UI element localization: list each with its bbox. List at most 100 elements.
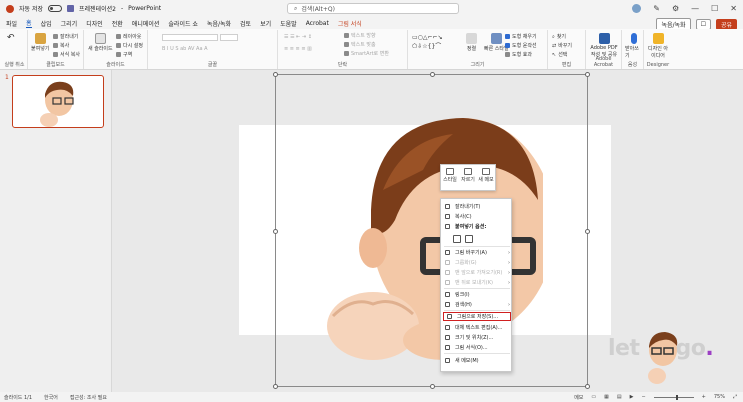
resize-handle-nw[interactable] [273,72,278,77]
font-format-buttons[interactable]: B I U S ab AV Aa A [162,46,208,52]
resize-handle-e[interactable] [585,229,590,234]
tab-home[interactable]: 홈 [26,18,32,28]
adobe-pdf-button[interactable]: Adobe PDF 작성 및 공유 [589,33,619,58]
menu-cut[interactable]: 잘라내기(T) [441,202,513,211]
tab-view[interactable]: 보기 [260,19,271,28]
resize-handle-ne[interactable] [585,72,590,77]
tab-slideshow[interactable]: 슬라이드 쇼 [168,19,198,28]
tab-file[interactable]: 파일 [6,19,17,28]
effects-icon [505,52,510,57]
font-name-box[interactable] [162,34,218,41]
pen-icon[interactable]: ✎ [653,4,660,13]
menu-copy-label: 복사(C) [455,214,472,220]
zoom-in-icon[interactable]: + [702,394,706,400]
status-language[interactable]: 한국어 [44,394,58,401]
resize-handle-s[interactable] [430,384,435,389]
slideshow-view-icon[interactable]: ▶ [630,394,634,400]
paste-button[interactable]: 붙여넣기 [31,33,49,52]
menu-search[interactable]: 검색(H) › [441,300,513,309]
menu-new-comment[interactable]: 새 메모(M) [441,356,513,365]
slide-canvas[interactable]: 스타일 자르기 새 메모 잘라내기(T) 복사(C) 붙여넣기 옵션: 그림 바… [113,70,743,392]
paste-keep-icon[interactable] [453,235,461,243]
section-label: 구역 [123,52,133,58]
menu-copy[interactable]: 복사(C) [441,212,513,221]
replace-button[interactable]: ⇄ 바꾸기 [552,42,572,50]
tab-help[interactable]: 도움말 [280,19,297,28]
menu-separator [444,310,510,311]
find-button[interactable]: ⌕ 찾기 [552,33,566,41]
resize-handle-n[interactable] [430,72,435,77]
tab-acrobat[interactable]: Acrobat [306,20,329,27]
resize-handle-sw[interactable] [273,384,278,389]
zoom-slider[interactable] [653,394,694,400]
smartart-button[interactable]: SmartArt로 변환 [344,50,389,57]
minimize-icon[interactable]: — [691,4,699,13]
maximize-icon[interactable]: ☐ [711,4,718,13]
undo-button[interactable]: ↶ [7,33,15,43]
shape-effects-button[interactable]: 도형 효과 [505,51,532,58]
align-buttons[interactable]: ≡ ≡ ≡ ≡ ▥ [284,46,312,52]
search-input[interactable]: ⌕ 검색(Alt+Q) [287,3,459,14]
tab-insert[interactable]: 삽입 [41,19,52,28]
arrange-button[interactable]: 정렬 [466,33,477,52]
menu-paste-options: 붙여넣기 옵션: [441,222,513,231]
fit-slide-icon[interactable]: ⤢ [733,394,737,400]
copy-button[interactable]: 복사 [53,42,69,49]
resize-handle-se[interactable] [585,384,590,389]
picture-selection-box[interactable] [273,72,590,389]
menu-link[interactable]: 링크(I) [441,290,513,299]
dictate-button[interactable]: 받아쓰기 [625,33,643,59]
font-size-box[interactable] [220,34,238,41]
menu-link-label: 링크(I) [455,292,470,298]
designer-btn-label: 디자인 아이디어 [648,46,668,59]
select-button[interactable]: ↖ 선택 [552,51,567,59]
text-direction-button[interactable]: 텍스트 방향 [344,32,376,39]
zoom-level[interactable]: 75% [714,394,725,400]
text-align-button[interactable]: 텍스트 맞춤 [344,41,376,48]
layout-button[interactable]: 레이아웃 [116,33,141,40]
replace-icon: ⇄ [552,42,557,49]
list-buttons[interactable]: ☰ ☰ ⇤ ⇥ ↕ [284,34,312,40]
mini-comment-button[interactable]: 새 메모 [478,168,494,190]
close-icon[interactable]: ✕ [730,4,737,13]
menu-alt-text[interactable]: 대체 텍스트 편집(A)... [441,323,513,332]
shape-fill-button[interactable]: 도형 채우기 [505,33,537,40]
tab-review[interactable]: 검토 [240,19,251,28]
shape-outline-button[interactable]: 도형 윤곽선 [505,42,537,49]
status-accessibility[interactable]: 접근성: 조사 필요 [70,394,107,401]
zoom-out-icon[interactable]: − [641,394,645,400]
mini-style-button[interactable]: 스타일 [442,168,458,190]
notes-button[interactable]: 메모 [574,394,583,401]
save-icon[interactable] [67,5,74,12]
tab-record[interactable]: 녹음/녹화 [207,19,231,28]
paste-picture-icon[interactable] [465,235,473,243]
tab-design[interactable]: 디자인 [86,19,103,28]
menu-size-position[interactable]: 크기 및 위치(Z)... [441,333,513,342]
cut-button[interactable]: 잘라내기 [53,33,78,40]
slide-thumbnail[interactable] [12,75,104,128]
autosave-toggle[interactable] [48,5,62,12]
account-avatar[interactable] [632,4,642,13]
menu-save-as-picture[interactable]: 그림으로 저장(S)... [443,312,511,321]
normal-view-icon[interactable]: ▭ [591,394,596,400]
mini-crop-button[interactable]: 자르기 [460,168,476,190]
shapes-gallery[interactable]: ▭○△⌐⌐↘ ⬠⇩☆{}⌒ [412,34,443,50]
format-painter-button[interactable]: 서식 복사 [53,51,80,58]
new-slide-button[interactable]: 새 슬라이드 [88,33,113,52]
menu-new-comment-label: 새 메모(M) [455,358,479,364]
group-icon [445,260,450,265]
resize-handle-w[interactable] [273,229,278,234]
tab-transitions[interactable]: 전환 [112,19,123,28]
reading-view-icon[interactable]: ▤ [617,394,622,400]
section-button[interactable]: 구역 [116,51,132,58]
reset-button[interactable]: 다시 설정 [116,42,143,49]
quick-styles-icon [490,33,502,44]
tab-draw[interactable]: 그리기 [61,19,78,28]
settings-icon[interactable]: ⚙ [672,4,679,13]
menu-change-picture[interactable]: 그림 바꾸기(A) › [441,248,513,257]
tab-picture-format[interactable]: 그림 서식 [338,19,362,28]
tab-animations[interactable]: 애니메이션 [132,19,160,28]
designer-button[interactable]: 디자인 아이디어 [647,33,669,59]
sorter-view-icon[interactable]: ▦ [604,394,609,400]
menu-format-picture[interactable]: 그림 서식(O)... [441,343,513,352]
